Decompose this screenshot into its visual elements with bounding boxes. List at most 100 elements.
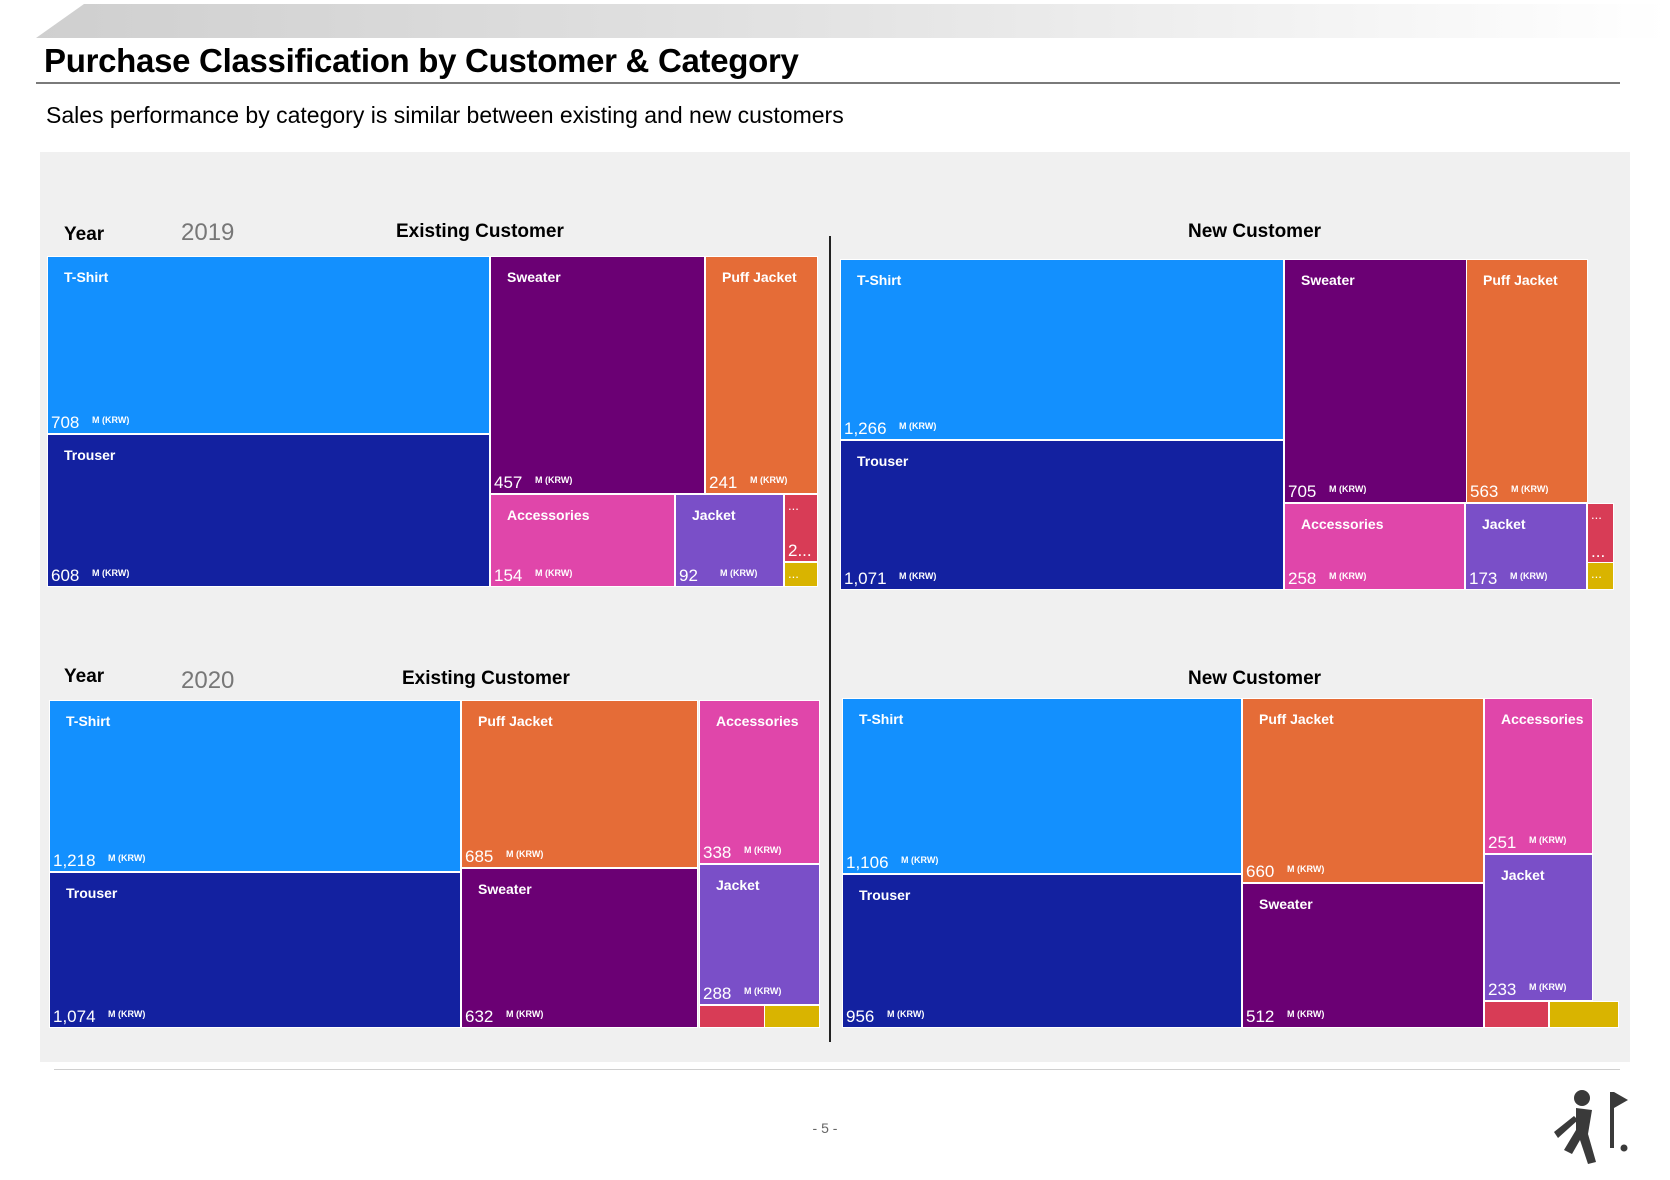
tile-value: 154: [494, 566, 523, 585]
tile-value: 1,071: [844, 569, 887, 588]
tile-value: 608: [51, 566, 80, 585]
treemap-tile-puff-jacket[interactable]: Puff Jacket 563 M (KRW): [1466, 259, 1588, 503]
tile-value: 660: [1246, 862, 1275, 881]
chart-title-2020-new: New Customer: [1188, 668, 1322, 689]
tile-unit: M (KRW): [750, 475, 788, 485]
treemap-tile-other-red[interactable]: ... 2...: [784, 494, 818, 562]
tile-label: T-Shirt: [64, 269, 109, 285]
tile-unit: M (KRW): [506, 849, 544, 859]
tile-label: Sweater: [1259, 896, 1313, 912]
tile-value: 92: [679, 566, 698, 585]
tile-overflow-dots: ...: [1591, 507, 1602, 522]
treemap-tile-accessories[interactable]: Accessories 338 M (KRW): [699, 700, 820, 864]
treemap-2019-new: T-Shirt 1,266 M (KRW) Trouser 1,071 M (KRW) Sw…: [840, 259, 1614, 590]
tile-value: 563: [1470, 482, 1499, 501]
treemap-tile-trouser[interactable]: Trouser 956 M (KRW): [842, 874, 1242, 1028]
tile-label: Jacket: [1482, 516, 1526, 532]
treemap-tile-sweater[interactable]: Sweater 512 M (KRW): [1242, 883, 1484, 1028]
tile-value: 1,218: [53, 851, 96, 870]
tile-value: 1,106: [846, 853, 889, 872]
tile-label: Puff Jacket: [722, 269, 797, 285]
treemap-tile-accessories[interactable]: Accessories 154 M (KRW): [490, 494, 675, 587]
tile-unit: M (KRW): [108, 853, 146, 863]
tile-unit: M (KRW): [744, 845, 782, 855]
tile-overflow-dots: ...: [788, 566, 799, 581]
treemap-tile-other-yellow[interactable]: [1549, 1001, 1619, 1028]
tile-unit: M (KRW): [535, 475, 573, 485]
treemap-tile-other-red[interactable]: [699, 1005, 765, 1028]
page-subtitle: Sales performance by category is similar…: [46, 102, 844, 128]
treemap-tile-t-shirt[interactable]: T-Shirt 1,266 M (KRW): [840, 259, 1284, 440]
treemap-tile-trouser[interactable]: Trouser 1,071 M (KRW): [840, 440, 1284, 590]
year-value-2020: 2020: [181, 667, 235, 694]
tile-label: Puff Jacket: [478, 713, 553, 729]
tile-unit: M (KRW): [535, 568, 573, 578]
tile-value: 1,074: [53, 1007, 96, 1026]
tile-unit: M (KRW): [720, 568, 758, 578]
vertical-divider: [829, 236, 831, 1042]
tile-label: Puff Jacket: [1259, 711, 1334, 727]
tile-label: Accessories: [507, 507, 590, 523]
tile-unit: M (KRW): [1287, 1009, 1325, 1019]
treemap-tile-other-yellow[interactable]: ...: [784, 562, 818, 587]
tile-value: 632: [465, 1007, 494, 1026]
treemap-tile-puff-jacket[interactable]: Puff Jacket 241 M (KRW): [705, 256, 818, 494]
tile-label: Trouser: [64, 447, 116, 463]
treemap-tile-sweater[interactable]: Sweater 457 M (KRW): [490, 256, 705, 494]
tile-label: Trouser: [857, 453, 909, 469]
tile-unit: M (KRW): [1510, 571, 1548, 581]
tile-label: Puff Jacket: [1483, 272, 1558, 288]
chart-title-2019-new: New Customer: [1188, 221, 1322, 242]
tile-unit: M (KRW): [1329, 571, 1367, 581]
tile-unit: M (KRW): [744, 986, 782, 996]
tile-value: 338: [703, 843, 732, 862]
treemap-tile-jacket[interactable]: Jacket 288 M (KRW): [699, 864, 820, 1005]
treemap-tile-jacket[interactable]: Jacket 92 M (KRW): [675, 494, 784, 587]
tile-value: 457: [494, 473, 523, 492]
tile-value: 251: [1488, 833, 1517, 852]
tile-label: Sweater: [478, 881, 532, 897]
treemap-tile-other-red[interactable]: [1484, 1001, 1549, 1028]
year-value-2019: 2019: [181, 219, 235, 246]
tile-label: Accessories: [716, 713, 799, 729]
treemap-tile-accessories[interactable]: Accessories 251 M (KRW): [1484, 698, 1593, 854]
tile-value: 173: [1469, 569, 1498, 588]
treemap-tile-other-yellow[interactable]: ...: [1587, 562, 1614, 590]
treemap-tile-puff-jacket[interactable]: Puff Jacket 685 M (KRW): [461, 700, 698, 868]
tile-value: 708: [51, 413, 80, 432]
tile-unit: M (KRW): [901, 855, 939, 865]
title-underline: [36, 82, 1620, 84]
year-label-2019: Year: [64, 224, 105, 245]
treemap-tile-puff-jacket[interactable]: Puff Jacket 660 M (KRW): [1242, 698, 1484, 883]
header-band: [36, 4, 1668, 38]
tile-unit: M (KRW): [1529, 982, 1567, 992]
treemap-tile-trouser[interactable]: Trouser 1,074 M (KRW): [49, 872, 461, 1028]
treemap-tile-other-yellow[interactable]: [764, 1005, 820, 1028]
tile-label: Trouser: [859, 887, 911, 903]
tile-unit: M (KRW): [92, 415, 130, 425]
tile-value: 512: [1246, 1007, 1275, 1026]
tile-unit: M (KRW): [1511, 484, 1549, 494]
tile-unit: M (KRW): [108, 1009, 146, 1019]
treemap-tile-jacket[interactable]: Jacket 233 M (KRW): [1484, 854, 1593, 1001]
treemap-tile-sweater[interactable]: Sweater 705 M (KRW): [1284, 259, 1467, 503]
treemap-tile-t-shirt[interactable]: T-Shirt 708 M (KRW): [47, 256, 490, 434]
treemap-tile-other-red[interactable]: ......: [1587, 503, 1614, 563]
treemap-tile-t-shirt[interactable]: T-Shirt 1,106 M (KRW): [842, 698, 1242, 874]
tile-value: 288: [703, 984, 732, 1003]
treemap-tile-sweater[interactable]: Sweater 632 M (KRW): [461, 868, 698, 1028]
tile-label: T-Shirt: [66, 713, 111, 729]
tile-overflow-dots: ...: [1591, 566, 1602, 581]
tile-label: Accessories: [1501, 711, 1584, 727]
treemap-tile-jacket[interactable]: Jacket 173 M (KRW): [1465, 503, 1587, 590]
treemap-tile-t-shirt[interactable]: T-Shirt 1,218 M (KRW): [49, 700, 461, 872]
treemap-tile-accessories[interactable]: Accessories 258 M (KRW): [1284, 503, 1465, 590]
tile-value: 685: [465, 847, 494, 866]
tile-value: 1,266: [844, 419, 887, 438]
year-label-2020: Year: [64, 666, 105, 687]
treemap-tile-trouser[interactable]: Trouser 608 M (KRW): [47, 434, 490, 587]
treemap-2019-existing: T-Shirt 708 M (KRW) Trouser 608 M (KRW) Sweate…: [47, 256, 818, 587]
page-number: - 5 -: [812, 1120, 838, 1136]
treemap-2020-new: T-Shirt 1,106 M (KRW) Trouser 956 M (KRW) Puff…: [842, 698, 1619, 1028]
tile-label: Jacket: [692, 507, 736, 523]
